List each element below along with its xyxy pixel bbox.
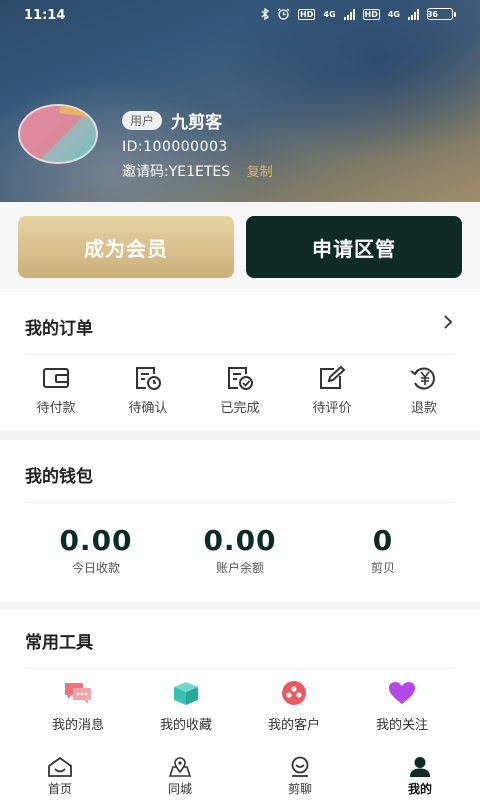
become-member-button[interactable]: 成为会员 (18, 216, 234, 278)
order-item-pending-payment[interactable]: 待付款 (16, 364, 96, 416)
hd-badge-2: HD (362, 8, 380, 20)
action-buttons: 成为会员 申请区管 (0, 202, 480, 292)
nav-label: 剪聊 (287, 782, 312, 796)
invite-code: 邀请码:YE1ETES (122, 164, 231, 180)
divider (25, 668, 455, 669)
order-item-label: 待确认 (128, 401, 168, 416)
tool-my-follows[interactable]: 我的关注 (352, 680, 452, 733)
wallet-jianbei[interactable]: 0 剪贝 (308, 524, 458, 576)
status-bar: 11:14 HD 4G HD 4G 36 (0, 0, 480, 32)
nav-home[interactable]: 首页 (20, 756, 100, 797)
user-id: ID:100000003 (122, 139, 228, 155)
chevron-right-icon[interactable] (440, 314, 456, 330)
wallet-label: 账户余额 (215, 561, 264, 575)
wallet-title: 我的钱包 (25, 467, 93, 487)
role-badge: 用户 (122, 111, 163, 130)
order-item-pending-review[interactable]: 待评价 (292, 364, 372, 416)
order-item-refund[interactable]: 退款 (384, 364, 464, 416)
orders-card: 我的订单 待付款 待确认 已完成 待评价 退款 (0, 292, 480, 430)
customer-icon (282, 681, 306, 705)
wallet-value: 0.00 (59, 524, 133, 557)
refund-yen-icon (410, 367, 435, 390)
network-label-2: 4G (387, 9, 400, 19)
network-label-1: 4G (323, 9, 336, 19)
heart-icon (389, 682, 415, 704)
check-document-icon (228, 367, 253, 390)
tool-my-customers[interactable]: 我的客户 (244, 680, 344, 733)
profile-header: 11:14 HD 4G HD 4G 36 用户 九剪客 ID:100000003… (0, 0, 480, 202)
chat-icon (291, 756, 309, 777)
tool-label: 我的消息 (51, 718, 104, 733)
nav-label: 首页 (47, 782, 72, 796)
tool-label: 我的收藏 (159, 718, 212, 733)
wallet-today-income[interactable]: 0.00 今日收款 (21, 524, 171, 576)
nav-mine[interactable]: 我的 (380, 756, 460, 797)
wallet-value: 0 (372, 524, 394, 557)
orders-title: 我的订单 (25, 319, 93, 339)
divider (25, 354, 455, 355)
invite-row: 邀请码:YE1ETES 复制 (122, 161, 273, 181)
signal-icon (343, 8, 355, 20)
wallet-balance[interactable]: 0.00 账户余额 (165, 524, 315, 576)
bottom-nav: 首页 同城 剪聊 我的 (0, 750, 480, 800)
divider (25, 502, 455, 503)
order-item-completed[interactable]: 已完成 (200, 364, 280, 416)
order-status-list: 待付款 待确认 已完成 待评价 退款 (0, 364, 480, 416)
nav-label: 我的 (407, 782, 432, 796)
apply-area-manager-button[interactable]: 申请区管 (246, 216, 462, 278)
wallet-card: 我的钱包 0.00 今日收款 0.00 账户余额 0 剪贝 (0, 440, 480, 602)
order-item-label: 退款 (410, 401, 437, 416)
map-pin-icon (168, 757, 192, 777)
clock-document-icon (136, 367, 161, 390)
bluetooth-icon (261, 8, 270, 20)
tools-title: 常用工具 (25, 633, 93, 653)
tool-my-favorites[interactable]: 我的收藏 (136, 680, 236, 733)
user-icon (410, 757, 430, 777)
nav-local[interactable]: 同城 (140, 756, 220, 797)
username: 九剪客 (171, 113, 223, 133)
home-icon (48, 756, 72, 777)
edit-icon (320, 365, 346, 389)
wallet-label: 剪贝 (370, 561, 395, 575)
tool-label: 我的关注 (375, 718, 428, 733)
tools-card: 常用工具 我的消息 我的收藏 我的客户 我的关注 (0, 610, 480, 750)
order-item-label: 待付款 (36, 401, 76, 416)
nav-chat[interactable]: 剪聊 (260, 756, 340, 797)
order-item-label: 已完成 (220, 401, 260, 416)
hd-badge-1: HD (298, 8, 316, 20)
nav-label: 同城 (167, 782, 192, 796)
message-icon (65, 683, 91, 704)
status-time: 11:14 (24, 8, 66, 23)
copy-button[interactable]: 复制 (247, 165, 273, 180)
wallet-icon (43, 368, 69, 388)
alarm-icon (277, 8, 290, 20)
avatar[interactable] (18, 104, 98, 164)
tool-my-messages[interactable]: 我的消息 (28, 680, 128, 733)
wallet-value: 0.00 (203, 524, 277, 557)
order-item-pending-confirm[interactable]: 待确认 (108, 364, 188, 416)
wallet-label: 今日收款 (71, 561, 120, 575)
user-info: 用户 九剪客 ID:100000003 邀请码:YE1ETES 复制 (122, 108, 273, 181)
box-icon (174, 682, 198, 705)
battery-level: 36 (426, 10, 438, 19)
order-item-label: 待评价 (312, 401, 352, 416)
tool-label: 我的客户 (267, 718, 320, 733)
signal-icon-2 (408, 8, 419, 20)
